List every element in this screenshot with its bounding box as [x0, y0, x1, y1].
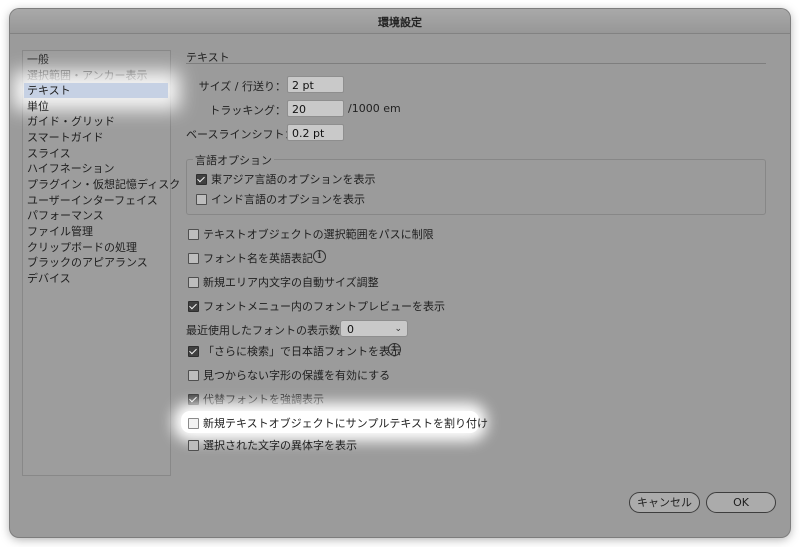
baseline-shift-input[interactable]: 0.2 pt: [287, 124, 344, 141]
indic-checkbox[interactable]: [196, 194, 207, 205]
info-icon[interactable]: i: [313, 250, 326, 263]
alternate-glyphs-label: 選択された文字の異体字を表示: [203, 439, 357, 452]
sidebar-item-text[interactable]: テキスト: [24, 83, 168, 98]
text-object-selection-checkbox[interactable]: [188, 229, 199, 240]
category-list[interactable]: 一般 選択範囲・アンカー表示 テキスト 単位 ガイド・グリッド スマートガイド …: [22, 50, 180, 476]
more-search-japanese-checkbox[interactable]: [188, 346, 199, 357]
sidebar-item-user-interface[interactable]: ユーザーインターフェイス: [27, 193, 158, 208]
sidebar-item-general[interactable]: 一般: [27, 52, 49, 67]
sidebar-item-smart-guides[interactable]: スマートガイド: [27, 130, 104, 145]
sidebar-item-file-handling[interactable]: ファイル管理: [27, 224, 93, 239]
sidebar-item-black-appearance[interactable]: ブラックのアピアランス: [27, 255, 148, 270]
size-leading-label: サイズ / 行送り：: [198, 80, 286, 93]
ok-button[interactable]: OK: [706, 492, 776, 513]
text-object-selection-label: テキストオブジェクトの選択範囲をパスに制限: [203, 228, 434, 241]
alternate-glyphs-checkbox[interactable]: [188, 440, 199, 451]
highlight-substituted-label: 代替フォントを強調表示: [203, 393, 324, 406]
more-search-japanese-label: 「さらに検索」で日本語フォントを表示: [203, 345, 401, 358]
fill-placeholder-text-checkbox[interactable]: [188, 418, 199, 429]
section-divider: [186, 63, 766, 64]
preferences-dialog: 環境設定 一般 選択範囲・アンカー表示 テキスト 単位 ガイド・グリッド スマー…: [10, 9, 790, 537]
sidebar-item-clipboard[interactable]: クリップボードの処理: [27, 240, 137, 255]
recent-fonts-label: 最近使用したフォントの表示数：: [186, 324, 351, 337]
window-title: 環境設定: [378, 16, 422, 29]
tracking-label: トラッキング：: [209, 104, 286, 117]
chevron-down-icon: ⌄: [394, 324, 402, 334]
auto-size-area-label: 新規エリア内文字の自動サイズ調整: [203, 276, 379, 289]
sidebar-item-performance[interactable]: パフォーマンス: [27, 208, 104, 223]
language-options-title: 言語オプション: [193, 152, 274, 168]
sidebar-item-slices[interactable]: スライス: [27, 146, 71, 161]
highlight-substituted-checkbox[interactable]: [188, 394, 199, 405]
sidebar-item-selection-anchor[interactable]: 選択範囲・アンカー表示: [27, 68, 148, 83]
indic-label: インド言語のオプションを表示: [211, 193, 365, 206]
missing-glyph-label: 見つからない字形の保護を有効にする: [203, 369, 391, 382]
fill-placeholder-text-label: 新規テキストオブジェクトにサンプルテキストを割り付け: [203, 417, 489, 430]
font-menu-preview-checkbox[interactable]: [188, 301, 199, 312]
font-names-english-label: フォント名を英語表記: [203, 252, 313, 265]
tracking-unit: /1000 em: [348, 102, 401, 115]
sidebar-item-guides-grid[interactable]: ガイド・グリッド: [27, 114, 115, 129]
font-names-english-checkbox[interactable]: [188, 253, 199, 264]
recent-fonts-select[interactable]: 0 ⌄: [340, 320, 408, 337]
info-icon[interactable]: i: [388, 343, 401, 356]
sidebar-item-devices[interactable]: デバイス: [27, 271, 71, 286]
title-bar[interactable]: 環境設定: [10, 9, 790, 34]
font-menu-preview-label: フォントメニュー内のフォントプレビューを表示: [203, 300, 445, 313]
cancel-button[interactable]: キャンセル: [629, 492, 700, 513]
recent-fonts-value: 0: [347, 323, 354, 336]
size-leading-input[interactable]: 2 pt: [287, 76, 344, 93]
east-asian-checkbox[interactable]: [196, 174, 207, 185]
sidebar-item-plugins-scratch-disks[interactable]: プラグイン・仮想記憶ディスク: [27, 177, 180, 192]
auto-size-area-checkbox[interactable]: [188, 277, 199, 288]
baseline-shift-label: ベースラインシフト：: [186, 128, 296, 141]
missing-glyph-checkbox[interactable]: [188, 370, 199, 381]
sidebar-item-units[interactable]: 単位: [27, 99, 49, 114]
east-asian-label: 東アジア言語のオプションを表示: [211, 173, 376, 186]
tracking-input[interactable]: 20: [287, 100, 344, 117]
sidebar-item-hyphenation[interactable]: ハイフネーション: [27, 161, 115, 176]
